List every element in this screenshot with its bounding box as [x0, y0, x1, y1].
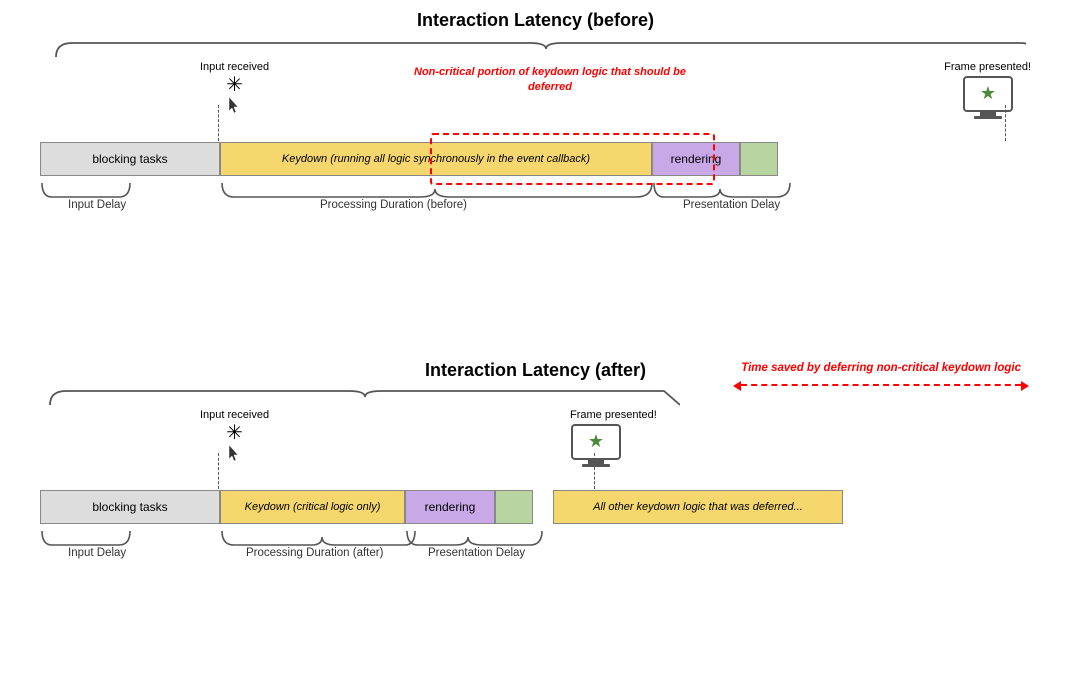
dashed-vert-frame-before: [1005, 105, 1006, 141]
input-received-label-after: Input received: [200, 409, 269, 421]
bar-green-after-before: [740, 142, 778, 176]
red-note-text-before: Non-critical portion of keydown logic th…: [400, 65, 700, 96]
cursor-before: [225, 95, 245, 115]
top-brace-after: [40, 387, 680, 409]
annotations-row-after: Input received ✳ Frame presented! ★: [40, 409, 1031, 489]
label-processing-before: Processing Duration (before): [320, 199, 467, 211]
label-presentation-before: Presentation Delay: [683, 199, 780, 211]
dashed-vert-input-before: [218, 105, 219, 141]
bar-keydown-after: Keydown (critical logic only): [220, 490, 405, 524]
label-processing-after: Processing Duration (after): [246, 547, 383, 559]
frame-presented-after: Frame presented! ★: [570, 409, 657, 472]
braces-row-after: Input Delay Processing Duration (after) …: [40, 527, 1031, 563]
arrow-head-right: [1021, 381, 1029, 391]
red-note-before: Non-critical portion of keydown logic th…: [400, 65, 700, 96]
label-presentation-after: Presentation Delay: [428, 547, 525, 559]
svg-text:★: ★: [588, 431, 604, 451]
frame-presented-before: Frame presented! ★: [944, 61, 1031, 127]
input-received-label-before: Input received: [200, 61, 269, 73]
burst-icon-after: ✳: [200, 423, 269, 443]
bar-rendering-after: rendering: [405, 490, 495, 524]
time-saved-arrow: [741, 379, 1021, 391]
timeline-after: blocking tasks Keydown (critical logic o…: [40, 489, 1031, 525]
time-saved-annotation: Time saved by deferring non-critical key…: [741, 360, 1021, 391]
bar-green-after2: [495, 490, 533, 524]
label-input-delay-after: Input Delay: [68, 547, 126, 559]
section-before: Interaction Latency (before) Input recei…: [40, 10, 1031, 215]
red-arrow-line: [741, 384, 1021, 386]
label-input-delay-before: Input Delay: [68, 199, 126, 211]
dashed-vert-frame-after: [594, 453, 595, 489]
svg-text:★: ★: [980, 83, 996, 103]
dashed-vert-input-after: [218, 453, 219, 489]
bar-blocking-after: blocking tasks: [40, 490, 220, 524]
top-brace-before: [46, 39, 1026, 61]
bar-deferred-after: All other keydown logic that was deferre…: [553, 490, 843, 524]
annotations-row-before: Input received ✳ Frame presented! ★: [40, 61, 1031, 141]
red-dashed-region-before: [430, 133, 715, 185]
section-before-title: Interaction Latency (before): [40, 10, 1031, 31]
time-saved-label: Time saved by deferring non-critical key…: [741, 360, 1021, 376]
bar-blocking-before: blocking tasks: [40, 142, 220, 176]
arrow-head-left: [733, 381, 741, 391]
timeline-before: blocking tasks Keydown (running all logi…: [40, 141, 1031, 177]
section-after: Interaction Latency (after) Time saved b…: [40, 360, 1031, 563]
burst-icon-before: ✳: [200, 75, 269, 95]
braces-svg-after: [40, 527, 740, 563]
timeline-row-after: blocking tasks Keydown (critical logic o…: [40, 489, 1031, 525]
input-received-after: Input received ✳: [200, 409, 269, 463]
input-received-before: Input received ✳: [200, 61, 269, 115]
monitor-svg-after: ★: [570, 423, 622, 467]
cursor-after: [225, 443, 245, 463]
monitor-icon-before: ★: [944, 75, 1031, 127]
frame-presented-label-after: Frame presented!: [570, 409, 657, 421]
diagram-container: Interaction Latency (before) Input recei…: [0, 0, 1071, 690]
frame-presented-label-before: Frame presented!: [944, 61, 1031, 73]
